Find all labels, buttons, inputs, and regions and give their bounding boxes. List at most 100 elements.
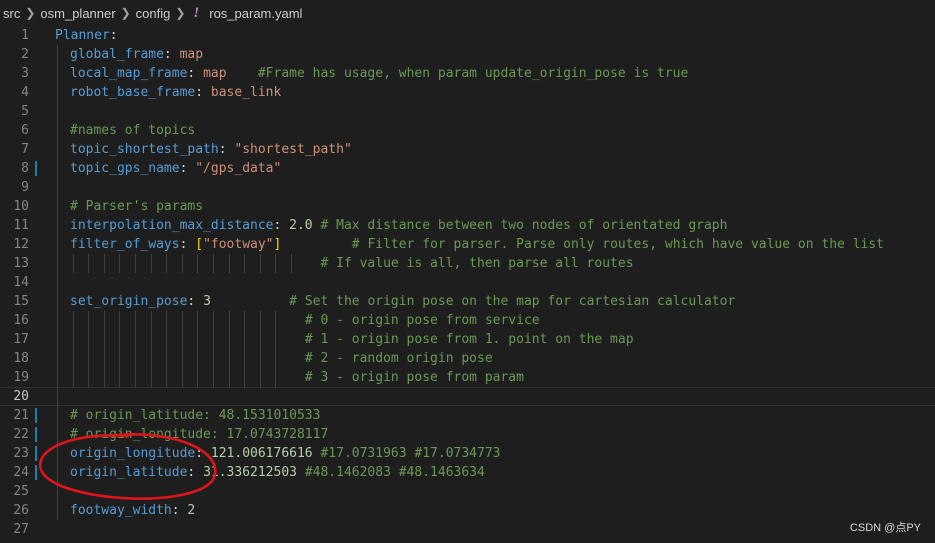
breadcrumb-file[interactable]: ros_param.yaml [206, 6, 305, 21]
line-number: 17 [13, 332, 29, 347]
code-token: set_origin_pose [70, 294, 188, 309]
code-token: : [109, 28, 118, 43]
code-token: "/gps_data" [195, 161, 282, 176]
code-line[interactable]: 7 topic_shortest_path: "shortest_path" [0, 140, 935, 159]
breadcrumb-config[interactable]: config [133, 6, 174, 21]
code-line[interactable]: 16 # 0 - origin pose from service [0, 311, 935, 330]
indent-guide [57, 482, 58, 501]
indent-guide [57, 349, 58, 368]
line-number: 15 [13, 294, 29, 309]
code-token: # If value is all, then parse all routes [320, 256, 634, 271]
line-number: 26 [13, 503, 29, 518]
yaml-file-icon: ! [193, 4, 200, 21]
code-text: Planner: [55, 26, 118, 45]
code-line[interactable]: 8 topic_gps_name: "/gps_data" [0, 159, 935, 178]
indent-guide [57, 368, 58, 387]
indent-guide [57, 406, 58, 425]
line-number: 23 [13, 446, 29, 461]
code-token: : [179, 237, 196, 252]
indent-guide [57, 140, 58, 159]
code-line[interactable]: 21 # origin_latitude: 48.1531010533 [0, 406, 935, 425]
line-number: 21 [13, 408, 29, 423]
code-token: global_frame [70, 47, 164, 62]
code-line[interactable]: 10 # Parser's params [0, 197, 935, 216]
code-line[interactable]: 12 filter_of_ways: ["footway"] # Filter f… [0, 235, 935, 254]
indent-guide [57, 216, 58, 235]
code-line[interactable]: 26 footway_width: 2 [0, 501, 935, 520]
line-number: 16 [13, 313, 29, 328]
code-token: : [218, 142, 235, 157]
code-editor[interactable]: 1 Planner: 2 global_frame: map 3 local_map_fr… [0, 26, 935, 543]
code-line[interactable]: 20 [0, 387, 935, 407]
code-line[interactable]: 23 origin_longitude: 121.006176616 #17.07… [0, 444, 935, 463]
code-line[interactable]: 18 # 2 - random origin pose [0, 349, 935, 368]
code-token: : [273, 218, 290, 233]
code-token: : [195, 446, 211, 461]
chevron-right-icon: ❯ [25, 6, 36, 20]
indent-guide [57, 197, 58, 216]
code-text: footway_width: 2 [70, 501, 195, 520]
code-text: origin_longitude: 121.006176616 #17.0731… [70, 444, 500, 463]
code-token: : [171, 503, 188, 518]
code-line[interactable]: 4 robot_base_frame: base_link [0, 83, 935, 102]
code-line[interactable]: 15 set_origin_pose: 3 # Set the origin po… [0, 292, 935, 311]
indent-guide [57, 102, 58, 121]
code-line[interactable]: 1 Planner: [0, 26, 935, 45]
code-line[interactable]: 2 global_frame: map [0, 45, 935, 64]
code-line[interactable]: 9 [0, 178, 935, 197]
code-line[interactable]: 5 [0, 102, 935, 121]
line-number: 13 [13, 256, 29, 271]
code-token: footway_width [70, 503, 172, 518]
line-number: 27 [13, 522, 29, 537]
line-number: 12 [13, 237, 29, 252]
code-token: # 1 - origin pose from 1. point on the m… [304, 332, 634, 347]
line-number: 14 [13, 275, 29, 290]
code-token: topic_gps_name [70, 161, 180, 176]
code-line[interactable]: 14 [0, 273, 935, 292]
line-number: 22 [13, 427, 29, 442]
code-token: base_link [210, 85, 282, 100]
code-text: # 0 - origin pose from service [70, 311, 540, 330]
code-line[interactable]: 6 #names of topics [0, 121, 935, 140]
code-line[interactable]: 17 # 1 - origin pose from 1. point on th… [0, 330, 935, 349]
code-line[interactable]: 27 [0, 520, 935, 539]
code-token: # Set the origin pose on the map for car… [289, 294, 736, 309]
code-text: set_origin_pose: 3 # Set the origin pose… [70, 292, 735, 311]
indent-guide [57, 178, 58, 197]
watermark: CSDN @点PY [849, 522, 921, 534]
code-line[interactable]: 19 # 3 - origin pose from param [0, 368, 935, 387]
code-text: #names of topics [70, 121, 195, 140]
code-token: robot_base_frame [70, 85, 196, 100]
code-token: topic_shortest_path [70, 142, 219, 157]
code-token: map [179, 47, 204, 62]
code-text: robot_base_frame: base_link [70, 83, 281, 102]
breadcrumb-src[interactable]: src [0, 6, 23, 21]
code-line[interactable]: 24 origin_latitude: 31.336212503 #48.1462… [0, 463, 935, 482]
code-token: 2.0 [289, 218, 313, 233]
code-line[interactable]: 11 interpolation_max_distance: 2.0 # Max … [0, 216, 935, 235]
line-number: 6 [21, 123, 29, 138]
line-number: 20 [13, 389, 29, 404]
code-text: global_frame: map [70, 45, 203, 64]
code-token: #Frame has usage, when param update_orig… [257, 66, 689, 81]
line-number: 5 [21, 104, 29, 119]
code-line[interactable]: 3 local_map_frame: map #Frame has usage, … [0, 64, 935, 83]
indent-guide [57, 64, 58, 83]
code-line[interactable]: 22 # origin_longitude: 17.0743728117 [0, 425, 935, 444]
code-text: interpolation_max_distance: 2.0 # Max di… [70, 216, 727, 235]
code-token: 3 [203, 294, 211, 309]
code-text: origin_latitude: 31.336212503 #48.146208… [70, 463, 485, 482]
code-token: 2 [187, 503, 196, 518]
code-text: # Parser's params [70, 197, 203, 216]
breadcrumb-osm-planner[interactable]: osm_planner [37, 6, 118, 21]
modified-gutter-marker [35, 465, 37, 480]
code-line[interactable]: 25 [0, 482, 935, 501]
indent-guide [57, 444, 58, 463]
code-token: # origin_longitude: 17.0743728117 [70, 427, 329, 442]
code-line[interactable]: 13 # If value is all, then parse all rou… [0, 254, 935, 273]
line-number: 1 [21, 28, 29, 43]
indent-guide [57, 463, 58, 482]
